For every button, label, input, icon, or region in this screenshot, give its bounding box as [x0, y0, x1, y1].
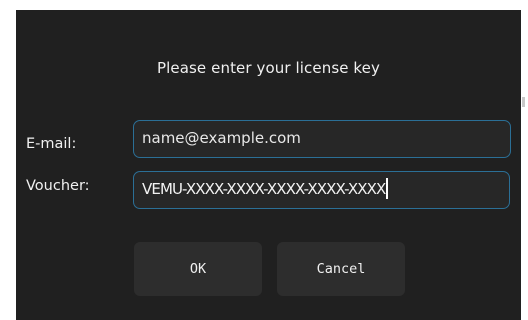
ok-button[interactable]: OK [134, 242, 262, 296]
window-edge-mark [522, 97, 525, 107]
voucher-field[interactable]: VEMU-XXXX-XXXX-XXXX-XXXX-XXXX [133, 171, 510, 209]
voucher-label: Voucher: [26, 178, 90, 194]
license-dialog: Please enter your license key E-mail: na… [16, 10, 521, 320]
email-label: E-mail: [26, 136, 77, 152]
text-caret [386, 178, 388, 199]
cancel-button[interactable]: Cancel [277, 242, 405, 296]
email-field[interactable]: name@example.com [133, 120, 511, 158]
prompt-text: Please enter your license key [156, 59, 380, 77]
email-placeholder: name@example.com [142, 129, 301, 147]
voucher-value: VEMU-XXXX-XXXX-XXXX-XXXX-XXXX [142, 180, 386, 198]
